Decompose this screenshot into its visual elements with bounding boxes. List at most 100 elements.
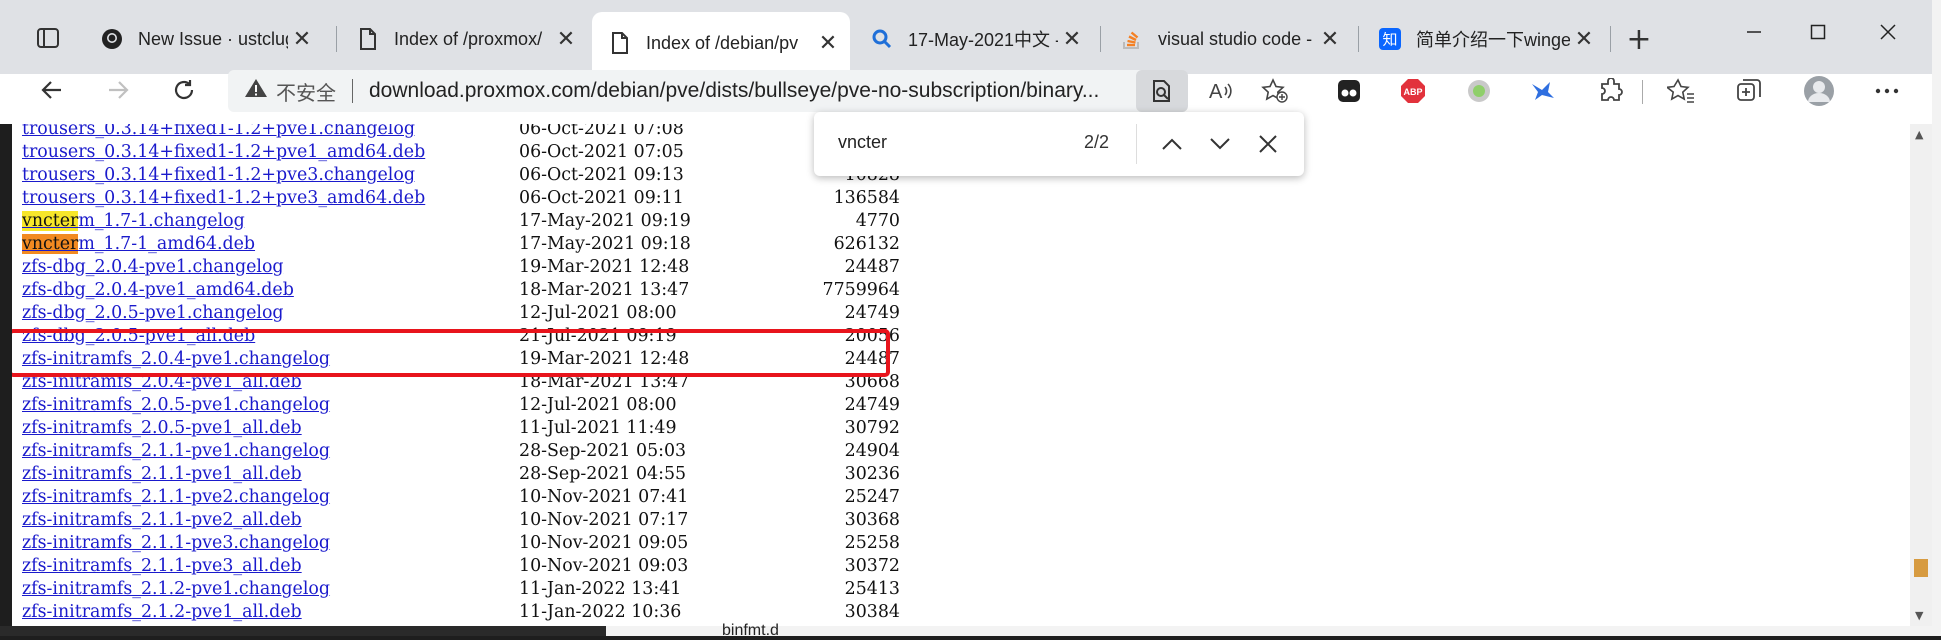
file-link[interactable]: vncterm_1.7-1_amd64.deb xyxy=(22,234,255,254)
file-size: 30236 xyxy=(844,464,900,484)
address-bar[interactable]: 不安全 download.proxmox.com/debian/pve/dist… xyxy=(228,70,1178,112)
file-link[interactable]: zfs-initramfs_2.1.1-pve1.changelog xyxy=(22,441,330,461)
close-icon[interactable]: ✕ xyxy=(1570,25,1598,53)
refresh-button[interactable] xyxy=(162,68,206,112)
tab-index-proxmox[interactable]: Index of /proxmox/ ✕ xyxy=(340,14,588,64)
tab-new-issue[interactable]: New Issue · ustclug/ ✕ xyxy=(84,14,324,64)
next-match-button[interactable] xyxy=(1202,126,1238,162)
file-link[interactable]: zfs-initramfs_2.1.1-pve1_all.deb xyxy=(22,464,302,484)
file-link[interactable]: zfs-initramfs_2.1.2-pve1.changelog xyxy=(22,579,330,599)
maximize-button[interactable] xyxy=(1788,14,1848,50)
tab-search-17-may[interactable]: 17-May-2021中文 - ✕ xyxy=(854,14,1094,64)
scroll-up-icon[interactable]: ▲ xyxy=(1915,128,1923,141)
file-date: 11-Jan-2022 13:41 xyxy=(519,579,682,599)
url-text[interactable]: download.proxmox.com/debian/pve/dists/bu… xyxy=(369,79,1099,103)
file-size: 24749 xyxy=(844,303,900,323)
file-link[interactable]: zfs-dbg_2.0.4-pve1.changelog xyxy=(22,257,284,277)
github-icon xyxy=(98,25,126,53)
file-date: 06-Oct-2021 09:11 xyxy=(519,188,684,208)
close-icon[interactable]: ✕ xyxy=(288,25,316,53)
back-button[interactable] xyxy=(30,68,74,112)
previous-match-button[interactable] xyxy=(1154,126,1190,162)
file-link[interactable]: zfs-dbg_2.0.4-pve1_amd64.deb xyxy=(22,280,294,300)
file-link[interactable]: vncterm_1.7-1.changelog xyxy=(22,211,245,231)
close-icon[interactable]: ✕ xyxy=(1058,25,1086,53)
file-link[interactable]: zfs-initramfs_2.1.2-pve1_all.deb xyxy=(22,602,302,622)
scrollbar-thumb[interactable] xyxy=(1914,559,1928,577)
file-link[interactable]: zfs-initramfs_2.1.1-pve3_all.deb xyxy=(22,556,302,576)
tab-index-debian[interactable]: Index of /debian/pv ✕ xyxy=(592,12,850,74)
file-link[interactable]: trousers_0.3.14+fixed1-1.2+pve3_amd64.de… xyxy=(22,188,425,208)
background-terminal xyxy=(0,124,12,636)
page-icon xyxy=(354,25,382,53)
stackoverflow-icon xyxy=(1118,25,1146,53)
file-size: 626132 xyxy=(833,234,900,254)
file-link[interactable]: zfs-initramfs_2.1.1-pve3.changelog xyxy=(22,533,330,553)
forward-button[interactable] xyxy=(96,68,140,112)
file-link[interactable]: trousers_0.3.14+fixed1-1.2+pve1.changelo… xyxy=(22,124,415,139)
tab-strip: New Issue · ustclug/ ✕ Index of /proxmox… xyxy=(0,0,1932,74)
close-window-button[interactable] xyxy=(1858,14,1918,50)
add-favorite-icon[interactable] xyxy=(1254,70,1296,112)
file-date: 10-Nov-2021 09:03 xyxy=(519,556,689,576)
tab-title: 17-May-2021中文 - xyxy=(908,30,1058,50)
tab-divider xyxy=(1610,26,1611,52)
file-date: 18-Mar-2021 13:47 xyxy=(519,280,690,300)
close-icon[interactable]: ✕ xyxy=(814,29,842,57)
file-link[interactable]: zfs-initramfs_2.0.5-pve1_all.deb xyxy=(22,418,302,438)
file-date: 19-Mar-2021 12:48 xyxy=(519,257,690,277)
close-icon[interactable]: ✕ xyxy=(552,25,580,53)
file-date: 17-May-2021 09:18 xyxy=(519,234,691,254)
search-match-highlight: vncter xyxy=(22,211,79,231)
tab-zhihu[interactable]: 知 简单介绍一下winge ✕ xyxy=(1362,14,1606,64)
new-tab-button[interactable]: + xyxy=(1620,20,1658,58)
extensions-icon[interactable] xyxy=(1590,70,1632,112)
close-find-button[interactable] xyxy=(1250,126,1286,162)
file-link[interactable]: zfs-dbg_2.0.5-pve1.changelog xyxy=(22,303,284,323)
minimize-button[interactable] xyxy=(1724,14,1784,50)
vertical-scrollbar[interactable]: ▲ ▼ xyxy=(1910,124,1932,626)
tab-divider xyxy=(1100,26,1101,52)
file-date: 28-Sep-2021 05:03 xyxy=(519,441,687,461)
file-link[interactable]: zfs-initramfs_2.1.1-pve2_all.deb xyxy=(22,510,302,530)
file-size: 25413 xyxy=(844,579,900,599)
file-link[interactable]: trousers_0.3.14+fixed1-1.2+pve3.changelo… xyxy=(22,165,415,185)
tab-divider xyxy=(336,26,337,52)
close-icon[interactable]: ✕ xyxy=(1316,25,1344,53)
extension-status-icon[interactable] xyxy=(1458,70,1500,112)
favorites-icon[interactable] xyxy=(1660,70,1702,112)
warning-icon[interactable] xyxy=(244,77,268,105)
extension-bird-icon[interactable] xyxy=(1522,70,1564,112)
file-link[interactable]: zfs-initramfs_2.0.5-pve1.changelog xyxy=(22,395,330,415)
file-date: 06-Oct-2021 09:13 xyxy=(519,165,684,185)
file-date: 12-Jul-2021 08:00 xyxy=(519,303,677,323)
find-on-page-icon[interactable] xyxy=(1136,70,1188,112)
read-aloud-icon[interactable]: A xyxy=(1200,70,1242,112)
file-link[interactable]: trousers_0.3.14+fixed1-1.2+pve1_amd64.de… xyxy=(22,142,425,162)
find-input[interactable]: vncter xyxy=(838,132,887,153)
settings-more-icon[interactable] xyxy=(1866,70,1908,112)
tab-actions-icon[interactable] xyxy=(18,18,78,58)
collections-icon[interactable] xyxy=(1728,70,1770,112)
file-link[interactable]: zfs-initramfs_2.1.1-pve2.changelog xyxy=(22,487,330,507)
security-status[interactable]: 不安全 xyxy=(276,77,336,106)
file-size: 7759964 xyxy=(822,280,900,300)
search-match-highlight: vncter xyxy=(22,234,79,254)
file-date: 11-Jan-2022 10:36 xyxy=(519,602,682,622)
tab-title: Index of /debian/pv xyxy=(646,32,799,53)
background-explorer-panel xyxy=(606,626,1941,636)
tab-stackoverflow[interactable]: visual studio code - ✕ xyxy=(1104,14,1352,64)
extension-tampermonkey-icon[interactable] xyxy=(1328,70,1370,112)
adblock-plus-icon[interactable]: ABP xyxy=(1392,70,1434,112)
svg-text:知: 知 xyxy=(1382,31,1397,49)
profile-avatar[interactable] xyxy=(1798,70,1840,112)
scroll-down-icon[interactable]: ▼ xyxy=(1915,609,1923,622)
file-size: 30384 xyxy=(844,602,900,622)
find-divider xyxy=(1136,124,1137,164)
annotation-highlight-box xyxy=(8,329,890,377)
file-date: 10-Nov-2021 07:41 xyxy=(519,487,689,507)
background-folder-label: binfmt.d xyxy=(722,622,779,639)
match-count: 2/2 xyxy=(1084,132,1110,152)
file-date: 12-Jul-2021 08:00 xyxy=(519,395,677,415)
file-date: 10-Nov-2021 07:17 xyxy=(519,510,689,530)
